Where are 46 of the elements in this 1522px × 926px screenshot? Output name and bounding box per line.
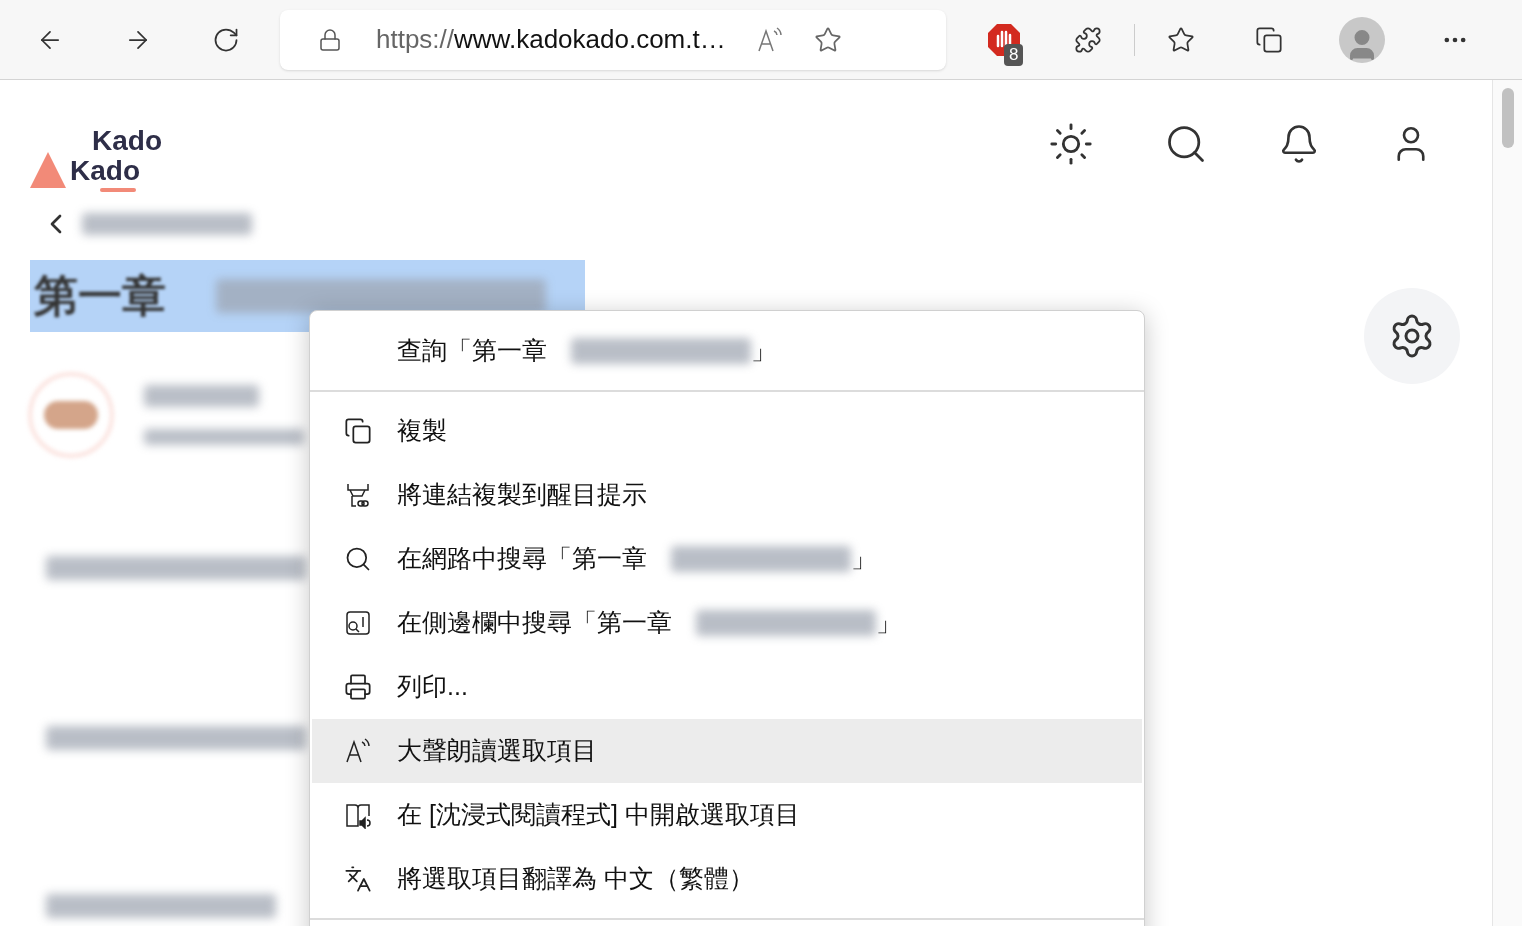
lock-icon bbox=[318, 27, 342, 52]
reader-speaker-icon bbox=[344, 801, 372, 829]
menu-item-label: 將選取項目翻譯為 中文（繁體） bbox=[397, 863, 754, 895]
menu-item-label: 在 [沈浸式閱讀程式] 中開啟選取項目 bbox=[397, 799, 800, 831]
menu-item[interactable]: 大聲朗讀選取項目 bbox=[312, 719, 1142, 783]
menu-item[interactable]: 在側邊欄中搜尋「第一章 」 bbox=[312, 591, 1142, 655]
triangle-logo-mark bbox=[30, 152, 66, 188]
read-aloud-icon bbox=[344, 737, 372, 765]
logo-underline bbox=[100, 188, 136, 192]
theme-icon[interactable] bbox=[1048, 121, 1094, 167]
favorites-icon[interactable] bbox=[1167, 25, 1195, 54]
menu-item[interactable]: 將連結複製到醒目提示 bbox=[312, 463, 1142, 527]
menu-item-label: 查詢「第一章 bbox=[397, 335, 547, 367]
closing-quote: 」 bbox=[851, 543, 876, 575]
menu-item[interactable]: 在網路中搜尋「第一章 」 bbox=[312, 527, 1142, 591]
add-favorite-icon[interactable] bbox=[813, 25, 842, 54]
closing-quote: 」 bbox=[751, 335, 776, 367]
scrollbar-thumb[interactable] bbox=[1501, 88, 1514, 148]
search-icon bbox=[344, 545, 372, 573]
logo-text[interactable]: Kado bbox=[70, 156, 140, 186]
menu-item-label: 將連結複製到醒目提示 bbox=[397, 479, 647, 511]
copy-icon bbox=[344, 417, 372, 445]
closing-quote: 」 bbox=[876, 607, 901, 639]
count-badge: 8 bbox=[1004, 43, 1024, 66]
url-text: https://www.kadokado.com.t… bbox=[376, 23, 726, 56]
menu-item-label: 複製 bbox=[397, 415, 447, 447]
sidebar-search-icon bbox=[344, 609, 372, 637]
menu-item-label: 在網路中搜尋「第一章 bbox=[397, 543, 647, 575]
printer-icon bbox=[344, 673, 372, 701]
menu-item[interactable]: 複製 bbox=[312, 399, 1142, 463]
menu-item[interactable]: 列印... bbox=[312, 655, 1142, 719]
menu-item[interactable]: 查詢「第一章 」 bbox=[312, 319, 1142, 383]
profile-avatar[interactable] bbox=[1339, 16, 1385, 63]
address-bar[interactable]: https://www.kadokado.com.t… bbox=[280, 9, 946, 70]
link-highlight-icon bbox=[344, 481, 372, 509]
logo-text[interactable]: Kado bbox=[92, 126, 162, 156]
menu-item[interactable]: 在 [沈浸式閱讀程式] 中開啟選取項目 bbox=[312, 783, 1142, 847]
collections-icon[interactable] bbox=[1255, 25, 1283, 54]
menu-item-label: 大聲朗讀選取項目 bbox=[397, 735, 597, 767]
menu-item[interactable]: 將選取項目翻譯為 中文（繁體） bbox=[312, 847, 1142, 911]
extensions-icon[interactable] bbox=[1074, 25, 1102, 54]
read-aloud-icon[interactable] bbox=[755, 25, 784, 54]
chapter-title: 第一章 bbox=[34, 270, 166, 322]
menu-item-label: 在側邊欄中搜尋「第一章 bbox=[397, 607, 672, 639]
translate-icon bbox=[344, 865, 372, 893]
menu-item-label: 列印... bbox=[397, 671, 468, 703]
